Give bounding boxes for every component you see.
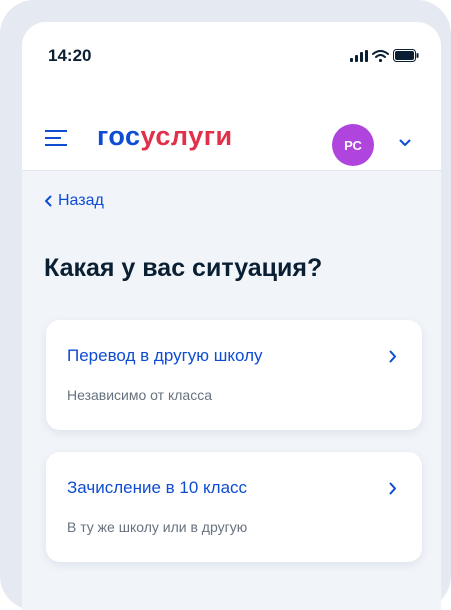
chevron-right-icon <box>389 482 396 495</box>
page-title: Какая у вас ситуация? <box>44 254 323 282</box>
chevron-left-icon <box>45 195 52 207</box>
app-header: госуслуги РС <box>22 92 441 171</box>
chevron-right-icon <box>389 350 396 363</box>
logo-part-uslugi: услуги <box>140 121 233 151</box>
option-title: Перевод в другую школу <box>67 346 263 365</box>
option-subtitle: Независимо от класса <box>67 387 212 403</box>
logo-part-gos: гос <box>97 121 141 151</box>
avatar-initials: РС <box>344 137 362 153</box>
back-label: Назад <box>58 192 104 209</box>
option-card-enrollment[interactable]: Зачисление в 10 класс В ту же школу или … <box>46 452 422 562</box>
option-title: Зачисление в 10 класс <box>67 478 248 497</box>
wifi-icon <box>372 49 389 62</box>
option-subtitle: В ту же школу или в другую <box>67 519 248 535</box>
battery-icon <box>393 49 419 62</box>
avatar[interactable]: РС <box>332 124 374 166</box>
phone-screen: 14:20 госуслуги РС Назад Какая у вас сит… <box>22 22 441 610</box>
gosuslugi-logo[interactable]: госуслуги <box>97 121 233 152</box>
option-card-transfer[interactable]: Перевод в другую школу Независимо от кла… <box>46 320 422 430</box>
signal-icon <box>350 49 368 62</box>
status-time: 14:20 <box>48 46 92 65</box>
device-frame: 14:20 госуслуги РС Назад Какая у вас сит… <box>0 0 451 610</box>
menu-icon[interactable] <box>45 130 67 146</box>
status-bar: 14:20 <box>22 22 441 92</box>
status-icons <box>350 49 419 62</box>
back-link[interactable]: Назад <box>44 192 104 210</box>
chevron-down-icon[interactable] <box>399 139 411 147</box>
